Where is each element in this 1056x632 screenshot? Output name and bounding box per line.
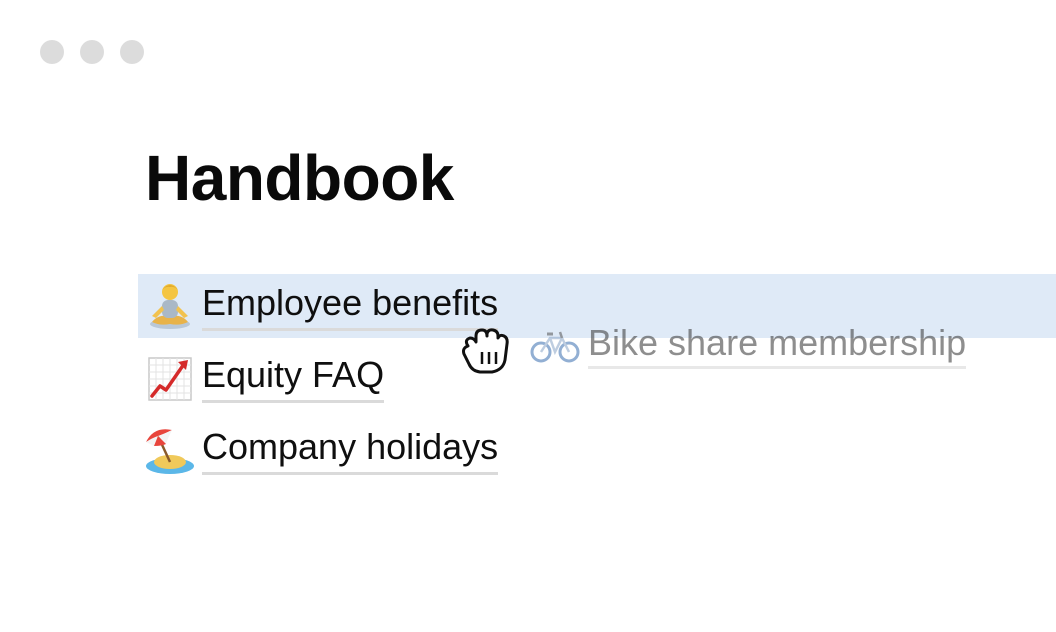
app-window: Handbook Employee benefits Equity FAQ Co…: [0, 0, 1056, 632]
list-item-equity-faq[interactable]: Equity FAQ: [138, 342, 1056, 414]
list-item-label: Equity FAQ: [202, 354, 385, 403]
minimize-button[interactable]: [80, 40, 104, 64]
list-item-company-holidays[interactable]: Company holidays: [138, 414, 1056, 486]
maximize-button[interactable]: [120, 40, 144, 64]
list-item-label: Employee benefits: [202, 282, 499, 331]
page-title: Handbook: [145, 142, 454, 214]
list-item-employee-benefits[interactable]: Employee benefits: [138, 270, 1056, 342]
window-controls: [40, 40, 144, 64]
beach-umbrella-icon: [146, 429, 194, 474]
chart-increasing-icon: [148, 357, 192, 401]
list-item-label: Company holidays: [202, 426, 499, 475]
close-button[interactable]: [40, 40, 64, 64]
subpage-list: Employee benefits Equity FAQ Company hol…: [138, 270, 1056, 486]
person-meditating-icon: [150, 284, 190, 329]
